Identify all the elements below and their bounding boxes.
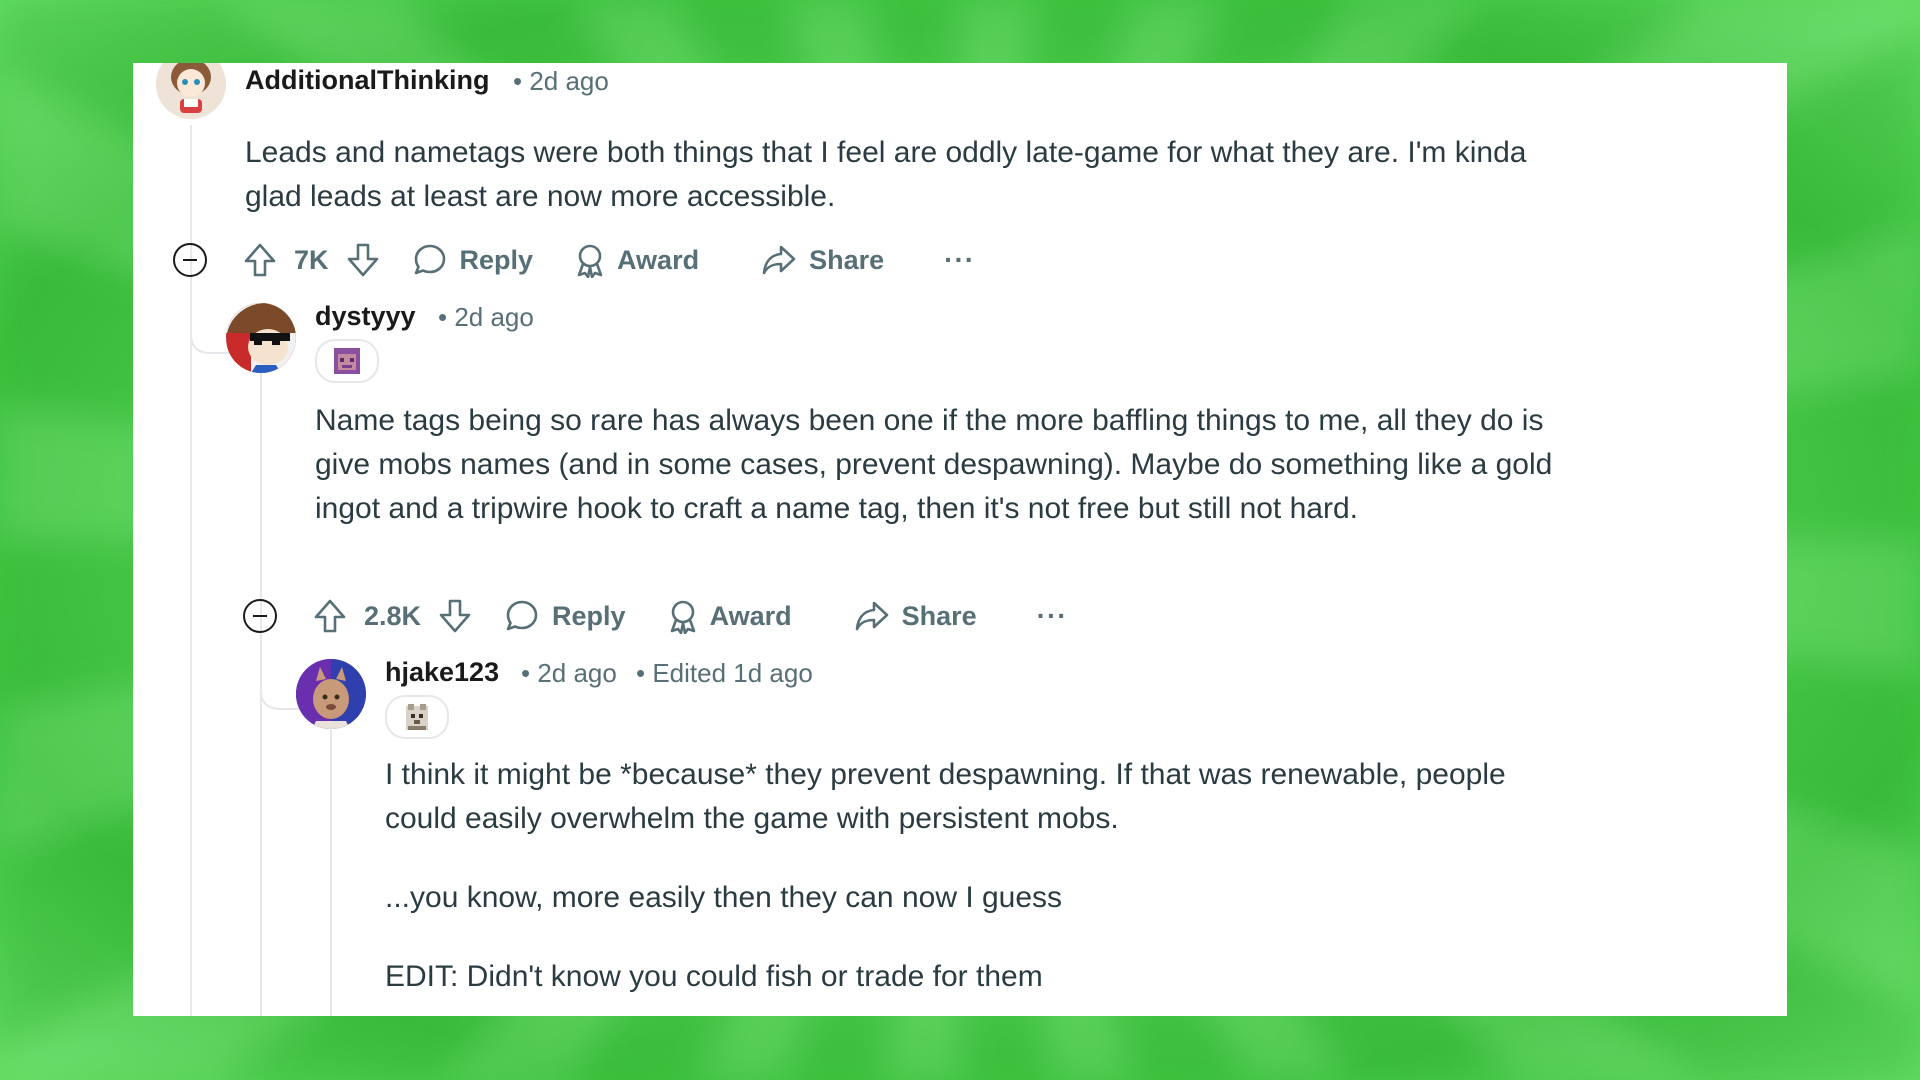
comment-timestamp[interactable]: • 2d ago [513,66,609,97]
share-icon [855,601,888,631]
comment-paragraph: Name tags being so rare has always been … [315,404,1553,525]
collapse-icon[interactable] [243,599,277,633]
comment-action-bar: 7K Reply Award Share ··· [173,238,975,282]
vote-count: 7K [294,244,329,275]
comment-timestamp[interactable]: • 2d ago [521,658,617,689]
upvote-icon[interactable] [243,242,277,278]
share-button[interactable]: Share [761,243,884,277]
user-flair-icon [315,339,379,383]
award-label: Award [617,244,700,275]
comment-thread-card: AdditionalThinking • 2d ago Leads and na… [133,63,1787,1016]
thread-line-level-3[interactable] [330,728,332,1016]
collapse-icon[interactable] [173,243,207,277]
award-icon [670,600,695,634]
comment-body: Name tags being so rare has always been … [315,399,1555,531]
username[interactable]: AdditionalThinking [245,65,489,96]
comment-paragraph: EDIT: Didn't know you could fish or trad… [385,960,1043,993]
comment-paragraph: Leads and nametags were both things that… [245,136,1527,213]
upvote-icon[interactable] [313,598,347,634]
share-label: Share [809,244,885,275]
comment-icon [414,244,445,275]
more-icon[interactable]: ··· [1037,600,1068,632]
reply-button[interactable]: Reply [412,242,534,278]
reply-label: Reply [552,600,626,631]
comment-timestamp[interactable]: • 2d ago [438,302,534,333]
comment-body: I think it might be *because* they preve… [385,753,1545,999]
award-label: Award [709,600,792,631]
reply-label: Reply [459,244,534,275]
avatar-dystyyy[interactable] [226,303,296,373]
award-icon [577,244,603,278]
comment-body: Leads and nametags were both things that… [245,131,1565,219]
vote-count: 2.8K [364,600,422,631]
comment-action-bar: 2.8K Reply Award Share ··· [243,594,1068,638]
avatar-additionalthinking[interactable] [156,63,226,119]
award-button[interactable]: Award [573,242,699,278]
edited-timestamp: • Edited 1d ago [636,658,813,688]
reply-button[interactable]: Reply [504,598,626,634]
user-flair-icon [385,695,449,739]
share-button[interactable]: Share [854,599,977,633]
share-icon [762,245,796,275]
comment-icon [506,600,538,631]
comment-paragraph: ...you know, more easily then they can n… [385,881,1063,914]
downvote-icon[interactable] [346,242,380,278]
username[interactable]: hjake123 [385,657,499,688]
award-button[interactable]: Award [666,598,792,634]
more-icon[interactable]: ··· [944,244,975,276]
avatar-hjake123[interactable] [296,659,366,729]
share-label: Share [901,600,977,631]
downvote-icon[interactable] [438,598,472,634]
comment-paragraph: I think it might be *because* they preve… [385,758,1506,835]
username[interactable]: dystyyy [315,301,416,332]
